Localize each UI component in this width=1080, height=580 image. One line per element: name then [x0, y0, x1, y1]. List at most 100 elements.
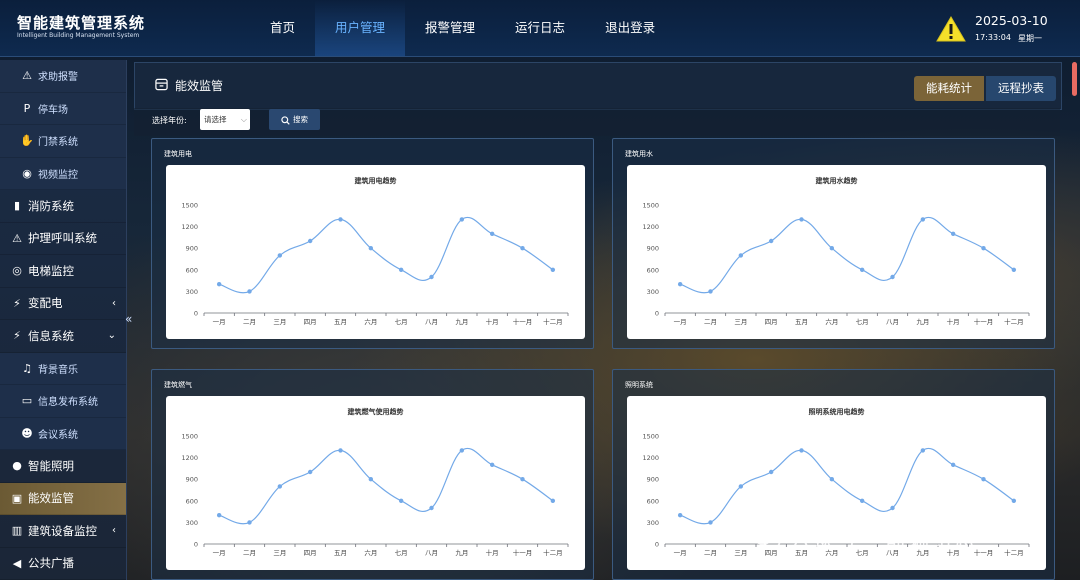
- nav-item-logout[interactable]: 退出登录: [585, 0, 675, 56]
- nav-item-alarm-management[interactable]: 报警管理: [405, 0, 495, 56]
- sidebar-item[interactable]: ▥ 建筑设备监控 ‹: [0, 515, 126, 548]
- box-icon: [155, 78, 168, 91]
- card-label: 建筑用电: [164, 150, 192, 158]
- data-point: [768, 238, 774, 244]
- sidebar-item-label: 停车场: [38, 104, 68, 116]
- x-tick-label: 六月: [364, 548, 377, 557]
- x-tick-label: 九月: [455, 548, 468, 557]
- sidebar-item[interactable]: ▣ 能效监管: [0, 482, 126, 515]
- sidebar-item[interactable]: ● 智能照明: [0, 450, 126, 483]
- chart-panel: 建筑用电趋势 0 300 600 900 1200 1500 一月 二月 三月 四月 五月 六月 七月 八月…: [166, 165, 585, 339]
- x-tick-label: 三月: [734, 549, 747, 557]
- data-point: [307, 238, 313, 244]
- data-point: [520, 246, 525, 251]
- x-tick-label: 十月: [947, 317, 960, 326]
- x-tick-label: 八月: [425, 318, 438, 326]
- y-tick-label: 300: [186, 288, 198, 296]
- sidebar-item[interactable]: ✋ 门禁系统: [0, 125, 126, 158]
- parking-icon: P: [23, 101, 31, 115]
- chart-title: 照明系统用电趋势: [809, 407, 865, 416]
- data-point: [799, 217, 804, 222]
- nav-item-user-management[interactable]: 用户管理: [315, 0, 406, 56]
- search-button[interactable]: 搜索: [269, 109, 320, 130]
- speaker-icon: ◀: [12, 556, 22, 570]
- data-point: [981, 477, 986, 482]
- y-tick-label: 1500: [642, 433, 659, 441]
- y-tick-label: 1500: [181, 433, 198, 441]
- chart-title: 建筑燃气使用趋势: [348, 407, 404, 416]
- sidebar-item[interactable]: ⚠ 护理呼叫系统: [0, 223, 126, 255]
- data-point: [550, 267, 556, 272]
- x-tick-label: 七月: [395, 317, 408, 326]
- data-point: [799, 448, 804, 453]
- y-tick-label: 300: [647, 288, 659, 296]
- data-point: [1011, 267, 1017, 272]
- current-time: 17:33:04: [975, 33, 1011, 42]
- sidebar-item[interactable]: ◉ 视频监控: [0, 157, 126, 190]
- data-point: [489, 231, 495, 236]
- sidebar-item[interactable]: ▮ 消防系统: [0, 190, 126, 223]
- sidebar-item[interactable]: ▭ 信息发布系统: [0, 385, 126, 418]
- data-point: [247, 289, 252, 294]
- sidebar-item[interactable]: ◎ 电梯监控: [0, 255, 126, 288]
- data-point: [708, 289, 713, 294]
- sidebar-item[interactable]: ☻ 会议系统: [0, 417, 126, 450]
- x-tick-label: 五月: [334, 318, 347, 326]
- sidebar-collapse-icon[interactable]: «: [125, 312, 132, 326]
- y-tick-label: 0: [655, 310, 659, 318]
- y-tick-label: 1500: [181, 202, 198, 210]
- music-icon: ♫: [22, 361, 32, 375]
- people-icon: ☻: [21, 426, 33, 440]
- watermark-text: 公众号 · 前端组态: [790, 528, 978, 552]
- data-point: [738, 484, 744, 489]
- y-tick-label: 600: [186, 266, 198, 274]
- scrollbar[interactable]: [1072, 62, 1077, 96]
- tab-energy-statistics[interactable]: 能耗统计: [914, 76, 984, 101]
- x-tick-label: 八月: [425, 549, 438, 557]
- nav-item-home[interactable]: 首页: [250, 0, 315, 56]
- sidebar-item[interactable]: ⚡ 变配电 ‹: [0, 288, 126, 320]
- elevator-icon: ◎: [12, 264, 22, 278]
- sidebar-item[interactable]: ♫ 背景音乐: [0, 352, 126, 385]
- chevron-left-icon[interactable]: ‹: [112, 525, 116, 536]
- y-tick-label: 900: [186, 245, 198, 253]
- chevron-down-icon[interactable]: ⌄: [108, 330, 116, 341]
- x-tick-label: 十二月: [543, 548, 563, 557]
- x-tick-label: 十一月: [513, 548, 533, 557]
- tab-remote-meter-reading[interactable]: 远程抄表: [986, 76, 1056, 101]
- x-tick-label: 十一月: [974, 317, 994, 326]
- warning-icon[interactable]: [936, 16, 966, 42]
- x-tick-label: 六月: [825, 317, 838, 326]
- sidebar-item[interactable]: P 停车场: [0, 92, 126, 125]
- chevron-left-icon[interactable]: ‹: [112, 298, 116, 309]
- sidebar-item-label: 信息系统: [28, 328, 74, 343]
- x-tick-label: 二月: [243, 318, 256, 326]
- data-point: [338, 217, 343, 222]
- x-tick-label: 六月: [364, 317, 377, 326]
- building-icon: ▥: [11, 524, 23, 538]
- x-tick-label: 十月: [486, 317, 499, 326]
- x-tick-label: 四月: [304, 318, 317, 326]
- chart-panel: 建筑用水趋势 0 300 600 900 1200 1500 一月 二月 三月 四月 五月 六月 七月 八月…: [627, 165, 1046, 339]
- sidebar-item-label: 视频监控: [38, 169, 78, 181]
- chevron-down-icon: ⌵: [240, 115, 247, 124]
- sidebar-item[interactable]: ⚡ 信息系统 ⌄: [0, 320, 126, 353]
- line-chart: 建筑用水趋势 0 300 600 900 1200 1500 一月 二月 三月 四月 五月 六月 七月 八月…: [642, 176, 1030, 326]
- y-tick-label: 1200: [181, 454, 198, 462]
- lightning-icon: ⚡: [13, 329, 21, 343]
- data-point: [489, 462, 495, 467]
- data-point: [307, 469, 313, 475]
- nav-item-operation-log[interactable]: 运行日志: [495, 0, 585, 56]
- filter-bar: 选择年份: 请选择 ⌵ 搜索: [134, 108, 1060, 136]
- sidebar-item-label: 建筑设备监控: [28, 523, 97, 538]
- year-select[interactable]: 请选择 ⌵: [200, 109, 250, 130]
- sidebar-item[interactable]: ◀ 公共广播: [0, 548, 126, 580]
- y-tick-label: 300: [186, 519, 198, 527]
- sidebar-item-label: 背景音乐: [38, 364, 78, 376]
- x-tick-label: 十二月: [1004, 317, 1024, 326]
- app-subtitle: Intelligent Building Management System: [17, 32, 140, 39]
- x-tick-label: 三月: [734, 318, 747, 326]
- data-point: [520, 477, 525, 482]
- top-header: 智能建筑管理系统 Intelligent Building Management…: [0, 0, 1080, 57]
- sidebar-item[interactable]: ⚠ 求助报警: [0, 60, 126, 93]
